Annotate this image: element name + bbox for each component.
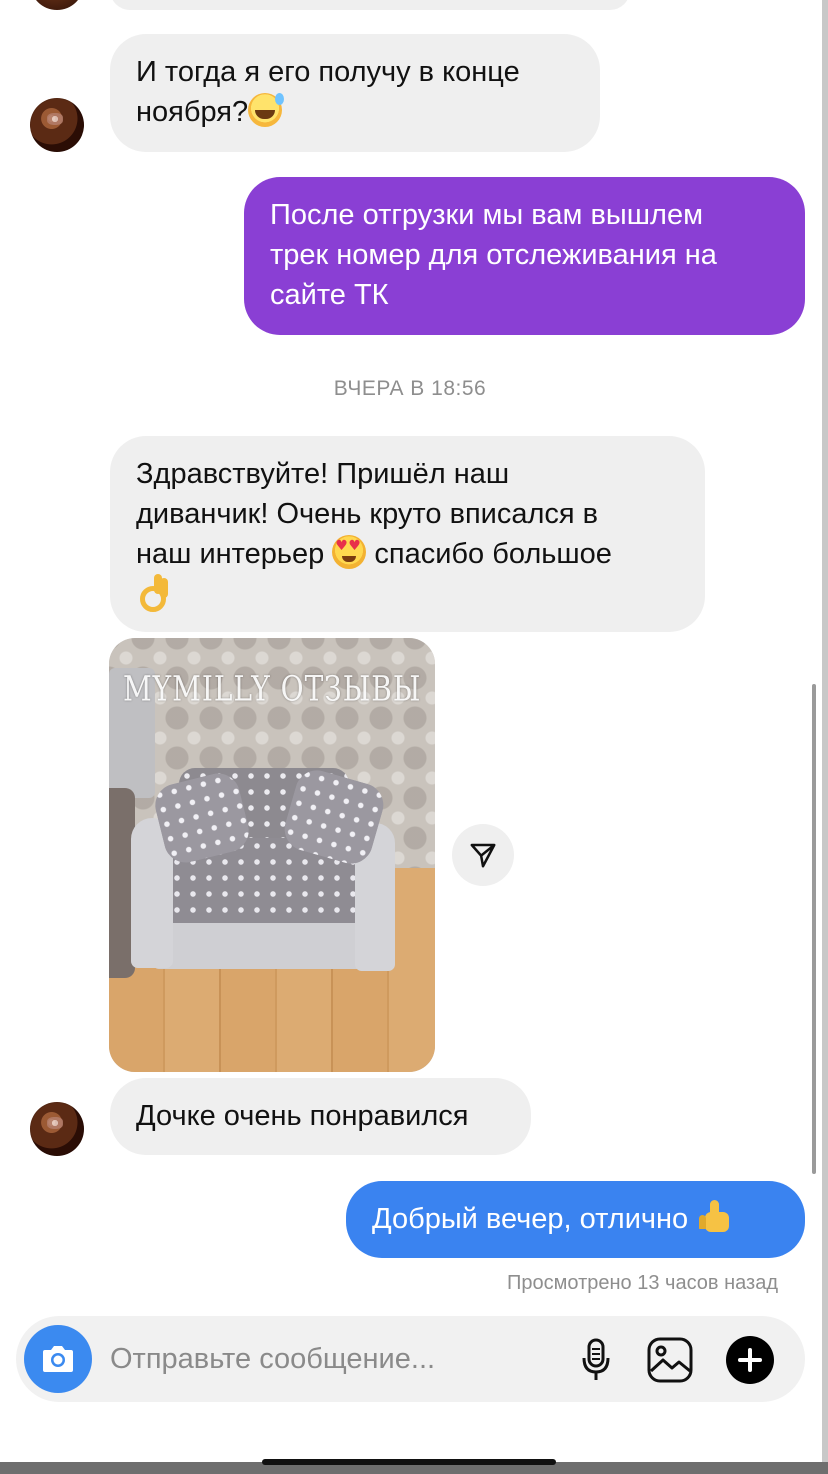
message-text: сайте ТК bbox=[270, 279, 389, 311]
photo-watermark: MYMILLY ОТЗЫВЫ bbox=[123, 668, 422, 710]
screen-edge bbox=[822, 0, 828, 1474]
message-text: Добрый вечер, отлично bbox=[372, 1199, 779, 1239]
heart-eyes-emoji-icon bbox=[332, 535, 367, 569]
photo-chair-base bbox=[153, 923, 373, 969]
message-timestamp: ВЧЕРА В 18:56 bbox=[333, 377, 487, 400]
message-bubble-outgoing[interactable]: После отгрузки мы вам вышлем трек номер … bbox=[244, 177, 805, 335]
share-photo-button[interactable] bbox=[452, 824, 514, 886]
message-text: диванчик! Очень круто вписался в bbox=[136, 498, 599, 530]
message-bubble-incoming[interactable]: Дочке очень понравился bbox=[110, 1078, 531, 1155]
plus-icon bbox=[738, 1348, 762, 1372]
send-icon bbox=[470, 843, 496, 868]
message-text: Дочке очень понравился bbox=[136, 1100, 469, 1132]
message-text: И тогда я его получу в конце bbox=[136, 56, 520, 88]
ok-hand-emoji-icon bbox=[136, 574, 168, 612]
message-text: Здравствуйте! Пришёл наш bbox=[136, 458, 510, 490]
seen-status: Просмотрено 13 часов назад bbox=[507, 1272, 778, 1294]
voice-message-button[interactable] bbox=[574, 1336, 618, 1384]
message-text: ноября? bbox=[136, 92, 574, 132]
message-input[interactable] bbox=[110, 1338, 540, 1380]
scrollbar[interactable] bbox=[812, 684, 816, 1174]
thumbs-up-emoji-icon bbox=[696, 1200, 732, 1234]
message-text: наш интерьер спасибо большое bbox=[136, 534, 679, 574]
microphone-icon bbox=[582, 1338, 610, 1380]
message-bubble-incoming[interactable]: Здравствуйте! Пришёл наш диванчик! Очень… bbox=[110, 436, 705, 632]
more-options-button[interactable] bbox=[726, 1336, 774, 1384]
contact-avatar[interactable] bbox=[30, 1102, 84, 1156]
camera-icon bbox=[43, 1346, 73, 1372]
sweat-smile-emoji-icon bbox=[248, 93, 285, 127]
message-text bbox=[136, 574, 679, 615]
message-bubble-incoming[interactable]: И тогда я его получу в конце ноября? bbox=[110, 34, 600, 152]
contact-avatar[interactable] bbox=[30, 0, 84, 10]
message-bubble-incoming[interactable] bbox=[110, 0, 630, 10]
message-bubble-outgoing[interactable]: Добрый вечер, отлично bbox=[346, 1181, 805, 1258]
gallery-button[interactable] bbox=[646, 1336, 694, 1384]
home-indicator[interactable] bbox=[262, 1459, 556, 1465]
message-photo[interactable]: MYMILLY ОТЗЫВЫ bbox=[109, 638, 435, 1072]
chat-screen: И тогда я его получу в конце ноября? Пос… bbox=[0, 0, 828, 1474]
message-text: трек номер для отслеживания на bbox=[270, 239, 717, 271]
camera-button[interactable] bbox=[24, 1325, 92, 1393]
message-composer bbox=[16, 1316, 805, 1402]
gallery-icon bbox=[647, 1337, 693, 1383]
message-text: После отгрузки мы вам вышлем bbox=[270, 199, 704, 231]
contact-avatar[interactable] bbox=[30, 98, 84, 152]
